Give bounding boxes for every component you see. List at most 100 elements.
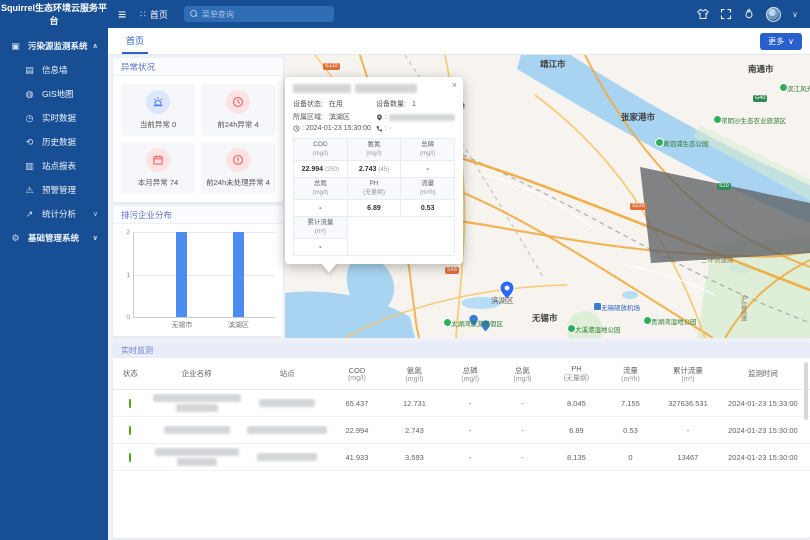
fullscreen-icon[interactable] xyxy=(720,8,732,20)
popup-metrics-table: COD(mg/l) 氨氮(mg/l) 总磷(mg/l) 22.994 (250)… xyxy=(293,138,455,256)
ph-value: 8.135 xyxy=(549,453,605,462)
card-24h-abnormal[interactable]: 前24h异常 4 xyxy=(201,84,275,136)
sidebar-group-base-management[interactable]: ⚙ 基础管理系统 ∨ xyxy=(0,226,108,250)
sidebar-item-label: 实时数据 xyxy=(42,112,76,124)
clock-icon xyxy=(293,125,300,132)
phone-icon xyxy=(376,125,383,132)
metric-limit: (250) xyxy=(325,167,339,173)
status-dot-online xyxy=(129,453,131,462)
table-scrollbar[interactable] xyxy=(804,362,808,420)
metric-value: 22.994 xyxy=(302,166,323,173)
nh3-value: 3.593 xyxy=(385,453,444,462)
tp-value: - xyxy=(444,399,496,408)
sidebar-item-history-data[interactable]: ⟲ 历史数据 xyxy=(0,130,108,154)
flow-value: 0 xyxy=(604,453,656,462)
more-button[interactable]: 更多 ∨ xyxy=(760,33,802,50)
sidebar-item-alert-management[interactable]: ⚠ 预警管理 xyxy=(0,178,108,202)
home-nav[interactable]: ∷ 首页 xyxy=(140,8,168,21)
device-count-label: 设备数量: xyxy=(376,99,406,109)
metric-name: 总磷 xyxy=(421,141,434,148)
sidebar-item-info-wall[interactable]: ▤ 信息墙 xyxy=(0,58,108,82)
sidebar-item-statistics[interactable]: ↗ 统计分析 ∨ xyxy=(0,202,108,226)
metric-value: - xyxy=(319,205,321,212)
x-axis-label: 无锡市 xyxy=(171,320,192,330)
col-status: 状态 xyxy=(113,368,148,379)
metric-limit: (45) xyxy=(378,167,389,173)
cod-value: 41.933 xyxy=(329,453,385,462)
globe-icon: ◍ xyxy=(24,89,35,100)
card-current-abnormal[interactable]: 当前异常 0 xyxy=(121,84,195,136)
col-ph: PH(无量纲) xyxy=(549,364,605,383)
flame-icon[interactable] xyxy=(743,8,755,20)
flow-value: 7.155 xyxy=(604,399,656,408)
menu-toggle-icon[interactable]: ≡ xyxy=(118,6,126,22)
sidebar-group-pollution-monitor[interactable]: ▣ 污染源监测系统 ∧ xyxy=(0,34,108,58)
y-axis-tick: 2 xyxy=(120,229,130,236)
phone-value: · xyxy=(389,125,391,132)
enterprise-distribution-panel: 排污企业分布 2 1 0 无锡市 滨湖区 xyxy=(113,206,283,336)
address-separator: : xyxy=(385,114,387,121)
location-pin-icon xyxy=(376,114,383,121)
metric-value: 2.743 xyxy=(359,166,377,173)
metric-value: 0.53 xyxy=(421,205,435,212)
calendar-icon xyxy=(146,148,170,172)
sidebar: ▣ 污染源监测系统 ∧ ▤ 信息墙 ◍ GIS地图 ◷ 实时数据 ⟲ 历史数据 … xyxy=(0,28,108,540)
tn-value: - xyxy=(496,453,548,462)
user-avatar[interactable] xyxy=(766,7,781,22)
nh3-value: 12.731 xyxy=(385,399,444,408)
card-label: 当前异常 0 xyxy=(140,119,176,130)
tn-value: - xyxy=(496,399,548,408)
bar-chart-icon: ▥ xyxy=(24,161,35,172)
tn-value: - xyxy=(496,426,548,435)
table-row[interactable]: 65.437 12.731 - - 8.045 7.155 327636.531… xyxy=(113,390,810,417)
col-time: 监测时间 xyxy=(719,368,806,379)
top-bar: Squirrel生态环境云服务平台 ≡ ∷ 首页 ∨ xyxy=(0,0,810,28)
monitor-time: 2024-01-23 15:33:00 xyxy=(719,399,806,408)
metric-value: - xyxy=(426,166,428,173)
user-menu-chevron-icon[interactable]: ∨ xyxy=(792,10,798,19)
nh3-value: 2.743 xyxy=(385,426,444,435)
table-row[interactable]: 41.933 3.593 - - 8.135 0 13467 2024-01-2… xyxy=(113,444,810,471)
col-nh3: 氨氮(mg/l) xyxy=(385,365,444,383)
card-month-abnormal[interactable]: 本月异常 74 xyxy=(121,142,195,194)
panel-title: 异常状况 xyxy=(113,58,283,76)
sidebar-item-gis-map[interactable]: ◍ GIS地图 xyxy=(0,82,108,106)
theme-skin-icon[interactable] xyxy=(697,8,709,20)
main-content: 异常状况 当前异常 0 前24h异常 4 xyxy=(108,55,810,540)
region-value: 滨湖区 xyxy=(329,112,350,122)
table-row[interactable]: 22.994 2.743 - - 6.89 0.53 - 2024-01-23 … xyxy=(113,417,810,444)
sidebar-group-label: 基础管理系统 xyxy=(28,232,79,244)
search-input[interactable] xyxy=(202,10,328,19)
warning-icon: ⚠ xyxy=(24,185,35,196)
sidebar-item-label: GIS地图 xyxy=(42,88,74,100)
metric-name: 流量 xyxy=(421,180,434,187)
search-icon xyxy=(190,10,198,18)
metric-unit: (mg/l) xyxy=(366,151,381,157)
monitor-table: 状态 企业名称 站点 COD(mg/l) 氨氮(mg/l) 总磷(mg/l) 总… xyxy=(113,358,810,471)
sidebar-item-realtime-data[interactable]: ◷ 实时数据 xyxy=(0,106,108,130)
realtime-monitor-panel: 实时监测 状态 企业名称 站点 COD(mg/l) 氨氮(mg/l) 总磷(mg… xyxy=(113,342,810,538)
col-total-flow: 累计流量(m³) xyxy=(657,365,720,383)
status-dot-online xyxy=(129,399,131,408)
metric-unit: (m³) xyxy=(315,229,326,235)
more-button-label: 更多 xyxy=(768,36,784,47)
sidebar-item-station-report[interactable]: ▥ 站点报表 xyxy=(0,154,108,178)
time-separator: : xyxy=(302,125,304,132)
tab-home[interactable]: 首页 xyxy=(122,28,148,54)
card-24h-unhandled-abnormal[interactable]: 前24h未处理异常 4 xyxy=(201,142,275,194)
device-status-label: 设备状态: xyxy=(293,99,323,109)
flow-value: 0.53 xyxy=(604,426,656,435)
station-info-popup: × 设备状态: 在用 设备数量: 1 所属区域: 滨湖区 : : 2024-01… xyxy=(285,77,463,264)
history-icon: ⟲ xyxy=(24,137,35,148)
menu-search[interactable] xyxy=(184,6,334,22)
metric-value: - xyxy=(319,244,321,251)
col-flow: 流量(m³/h) xyxy=(604,365,656,383)
device-count-value: 1 xyxy=(412,101,416,108)
card-label: 本月异常 74 xyxy=(138,177,178,188)
address-redacted xyxy=(389,114,455,121)
tp-value: - xyxy=(444,453,496,462)
close-icon[interactable]: × xyxy=(452,80,457,90)
metric-unit: (mg/l) xyxy=(313,151,328,157)
card-label: 前24h异常 4 xyxy=(217,119,258,130)
bar-wuxi xyxy=(176,232,187,317)
